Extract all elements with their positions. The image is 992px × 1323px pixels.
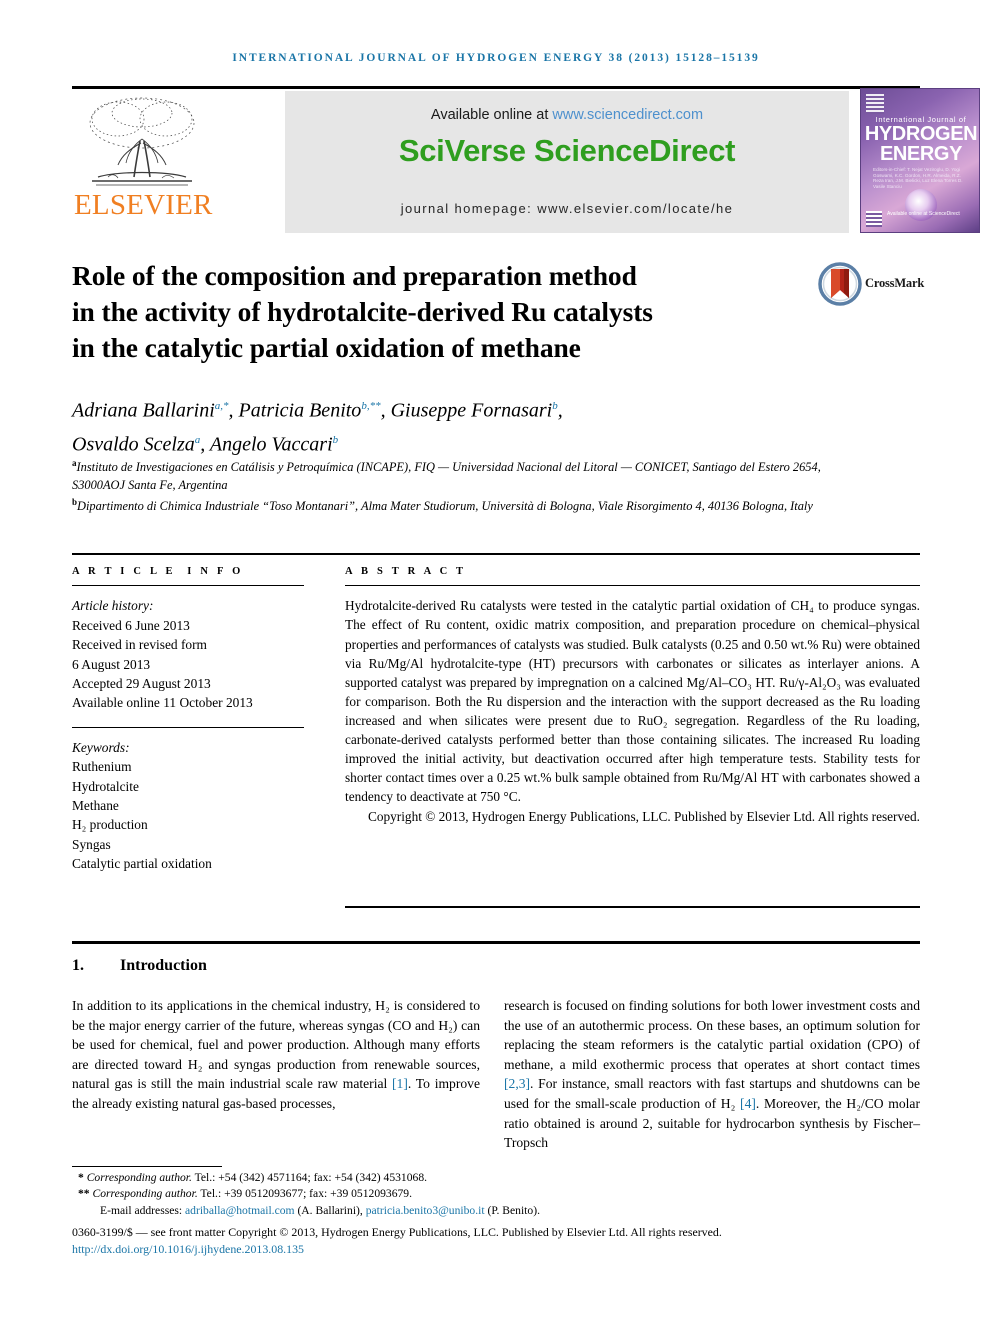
affiliation-b-text: Dipartimento di Chimica Industriale “Tos… <box>77 499 813 514</box>
affiliations: aInstituto de Investigaciones en Catális… <box>72 455 852 516</box>
available-online-line: Available online at www.sciencedirect.co… <box>285 107 849 123</box>
reference-link-4[interactable]: [4] <box>740 1096 756 1111</box>
author-sup-3: b <box>552 400 558 412</box>
corresponding-author-2-label: Corresponding author. <box>92 1187 198 1201</box>
email-link-benito[interactable]: patricia.benito3@unibo.it <box>366 1204 485 1217</box>
body-column-left: In addition to its applications in the c… <box>72 996 480 1114</box>
email-addresses-label: E-mail addresses: <box>100 1203 183 1217</box>
running-head: International Journal of Hydrogen Energy… <box>232 52 760 64</box>
history-item: Received in revised form <box>72 637 207 653</box>
article-info-column: A R T I C L E I N F O Article history: R… <box>72 566 304 874</box>
section-title: Introduction <box>120 957 207 974</box>
info-abstract-top-rule <box>72 553 920 555</box>
crossmark-badge[interactable]: CrossMark <box>818 262 925 312</box>
cover-publisher-icon <box>866 94 884 114</box>
corresponding-author-2-contact: Tel.: +39 0512093677; fax: +39 051209367… <box>197 1187 413 1201</box>
author-name-fornasari: , Giuseppe Fornasari <box>380 399 553 422</box>
affiliation-b: bDipartimento di Chimica Industriale “To… <box>72 494 852 516</box>
masthead-top-rule <box>72 86 920 89</box>
reference-link-2-3[interactable]: [2,3] <box>504 1076 530 1091</box>
article-info-rule <box>72 585 304 587</box>
affiliation-a-text: Instituto de Investigaciones en Catálisi… <box>72 460 821 492</box>
sciencedirect-banner: Available online at www.sciencedirect.co… <box>285 91 849 233</box>
available-online-label: Available online at <box>430 107 549 123</box>
article-info-heading: A R T I C L E I N F O <box>72 566 244 577</box>
author-name-vaccari: , Angelo Vaccari <box>200 433 333 456</box>
section-number: 1. <box>72 957 84 974</box>
issn-copyright-block: 0360-3199/$ — see front matter Copyright… <box>72 1224 922 1257</box>
journal-homepage-line[interactable]: journal homepage: www.elsevier.com/locat… <box>285 201 849 216</box>
footnote-rule <box>72 1166 222 1168</box>
author-sup-5: b <box>332 433 339 446</box>
corresponding-author-1: * Corresponding author. Tel.: +54 (342) … <box>72 1170 922 1186</box>
masthead: ELSEVIER Available online at www.science… <box>72 86 980 234</box>
cover-sciencedirect-note: Available online at ScienceDirect <box>887 211 960 217</box>
title-line-3: in the catalytic partial oxidation of me… <box>72 332 581 363</box>
section-heading-introduction: 1. Introduction <box>72 957 207 975</box>
article-history: Article history: Received 6 June 2013 Re… <box>72 596 304 712</box>
keyword-item: Ruthenium <box>72 759 132 775</box>
author-name-benito: , Patricia Benito <box>228 399 362 422</box>
history-item: 6 August 2013 <box>72 656 151 672</box>
page-title: Role of the composition and preparation … <box>72 258 772 366</box>
email-addresses-line: E-mail addresses: adriballa@hotmail.com … <box>72 1203 922 1219</box>
cover-editors-text: Editors-in-Chief: T. Nejat Veziroglu, D.… <box>873 167 963 189</box>
corresponding-author-1-contact: Tel.: +54 (342) 4571164; fax: +54 (342) … <box>191 1171 428 1184</box>
keywords-rule <box>72 726 304 728</box>
title-line-1: Role of the composition and preparation … <box>72 260 637 291</box>
author-name-ballarini: Adriana Ballarini <box>72 399 215 422</box>
abstract-heading: A B S T R A C T <box>345 566 467 577</box>
keyword-item: Catalytic partial oxidation <box>72 856 212 872</box>
author-name-scelza: Osvaldo Scelza <box>72 433 195 456</box>
doi-link[interactable]: http://dx.doi.org/10.1016/j.ijhydene.201… <box>72 1241 922 1258</box>
sciencedirect-url-link[interactable]: www.sciencedirect.com <box>552 107 703 123</box>
reference-link-1[interactable]: [1] <box>392 1076 408 1091</box>
abstract-bottom-rule <box>345 906 920 908</box>
email-link-ballarini[interactable]: adriballa@hotmail.com <box>185 1204 295 1217</box>
keyword-item: Methane <box>72 798 119 814</box>
body-column-right: research is focused on finding solutions… <box>504 996 920 1153</box>
corresponding-author-1-mark: * <box>78 1171 84 1184</box>
footnotes-block: * Corresponding author. Tel.: +54 (342) … <box>72 1170 922 1219</box>
keywords-label: Keywords: <box>72 739 130 755</box>
crossmark-icon <box>818 262 862 306</box>
email-owner-ballarini: (A. Ballarini), <box>297 1203 363 1217</box>
abstract-column: A B S T R A C T Hydrotalcite-derived Ru … <box>345 566 920 827</box>
abstract-rule <box>345 585 920 587</box>
keyword-item: H₂ production <box>72 817 148 833</box>
corresponding-author-2-mark: ** <box>78 1187 90 1201</box>
journal-cover-thumbnail: International Journal of HYDROGEN ENERGY… <box>860 88 980 233</box>
corresponding-author-2: ** Corresponding author. Tel.: +39 05120… <box>72 1186 922 1202</box>
elsevier-logo: ELSEVIER <box>72 91 212 233</box>
history-item: Available online 11 October 2013 <box>72 695 253 711</box>
keyword-item: Hydrotalcite <box>72 778 139 794</box>
elsevier-wordmark: ELSEVIER <box>74 189 213 221</box>
sciverse-sciencedirect-logo: SciVerse ScienceDirect <box>398 133 736 168</box>
title-line-2: in the activity of hydrotalcite-derived … <box>72 296 653 327</box>
author-line-1: Adriana Ballarinia,*, Patricia Benitob,*… <box>72 399 563 422</box>
elsevier-tree-icon <box>89 97 195 186</box>
body-top-rule <box>72 941 920 944</box>
cover-title-line3: ENERGY <box>879 143 963 165</box>
cover-bottom-publisher-icon <box>866 211 882 227</box>
journal-article-page: International Journal of Hydrogen Energy… <box>0 0 992 1323</box>
author-sup-1: a,* <box>214 400 229 412</box>
author-sup-2: b,** <box>361 400 381 412</box>
intro-paragraph-right-part1: research is focused on finding solutions… <box>504 998 920 1072</box>
crossmark-label: CrossMark <box>865 276 925 290</box>
email-owner-benito: (P. Benito). <box>487 1203 540 1217</box>
article-history-label: Article history: <box>72 598 154 614</box>
keyword-item: Syngas <box>72 836 111 852</box>
author-list: Adriana Ballarinia,*, Patricia Benitob,*… <box>72 392 792 459</box>
history-item: Received 6 June 2013 <box>72 617 190 633</box>
keywords-block: Keywords: Ruthenium Hydrotalcite Methane… <box>72 738 304 874</box>
cover-title-line2: HYDROGEN <box>864 123 978 145</box>
history-item: Accepted 29 August 2013 <box>72 676 211 692</box>
abstract-text: Hydrotalcite-derived Ru catalysts were t… <box>345 598 920 805</box>
issn-line: 0360-3199/$ — see front matter Copyright… <box>72 1225 722 1239</box>
affiliation-a: aInstituto de Investigaciones en Catális… <box>72 455 852 494</box>
corresponding-author-1-label: Corresponding author. <box>86 1171 192 1184</box>
abstract-copyright: Copyright © 2013, Hydrogen Energy Public… <box>367 809 920 825</box>
